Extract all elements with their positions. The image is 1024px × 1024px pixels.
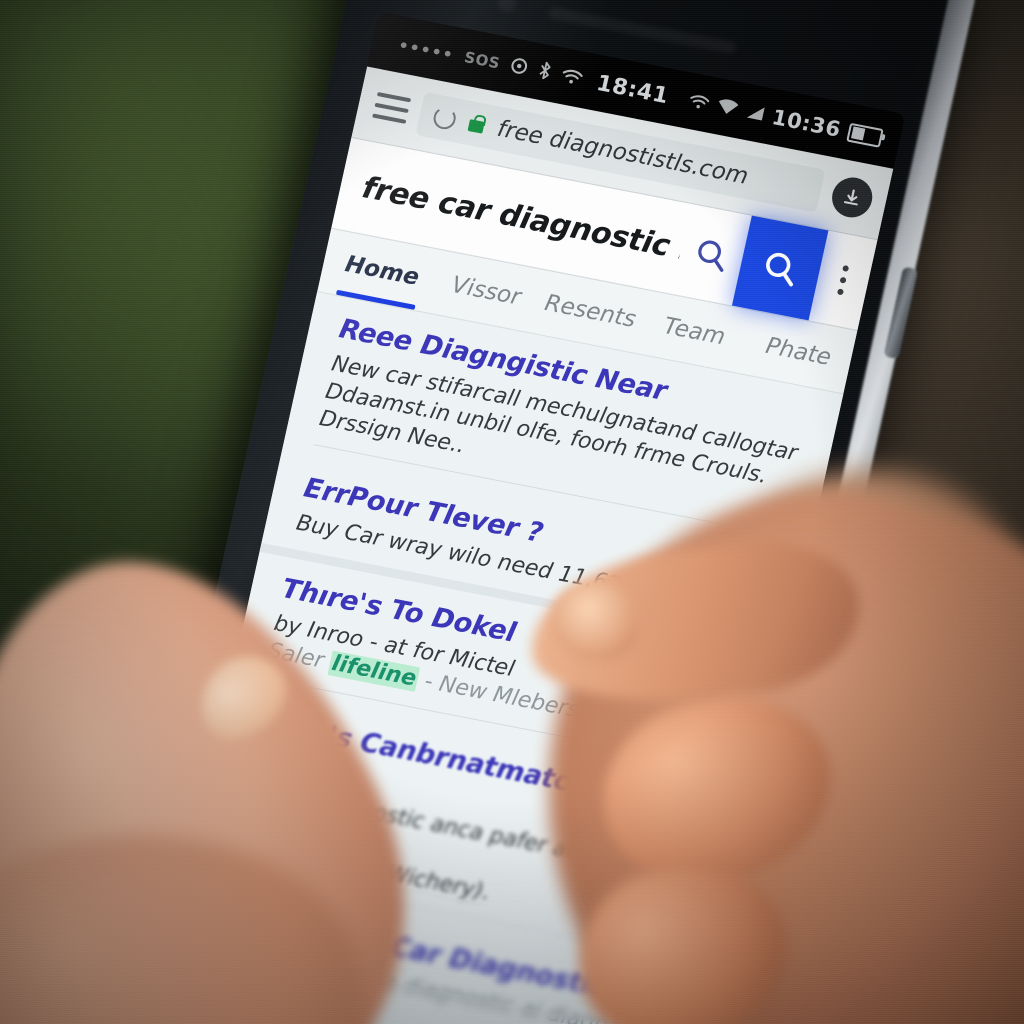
bluetooth-icon (535, 59, 553, 85)
wifi-filled-icon (714, 94, 741, 122)
lock-icon (467, 118, 485, 134)
signal-bars-icon (743, 100, 767, 127)
download-icon[interactable] (828, 174, 877, 221)
status-bar-clock: 18:41 (594, 70, 671, 109)
wifi-icon (686, 89, 711, 116)
reload-icon[interactable] (431, 105, 458, 132)
status-bar-secondary-clock: 10:36 (769, 105, 844, 142)
record-icon (508, 54, 530, 81)
kebab-menu-icon[interactable] (815, 261, 871, 300)
search-submit-button[interactable] (731, 215, 829, 321)
carrier-label: ••••• (396, 34, 456, 65)
search-icon[interactable] (677, 232, 745, 277)
battery-icon (846, 122, 884, 148)
hamburger-menu-icon[interactable] (372, 91, 412, 124)
photo-scene: ••••• SOS 18:41 10:36 free diagnostistls… (0, 0, 1024, 1024)
sos-label: SOS (462, 48, 502, 73)
